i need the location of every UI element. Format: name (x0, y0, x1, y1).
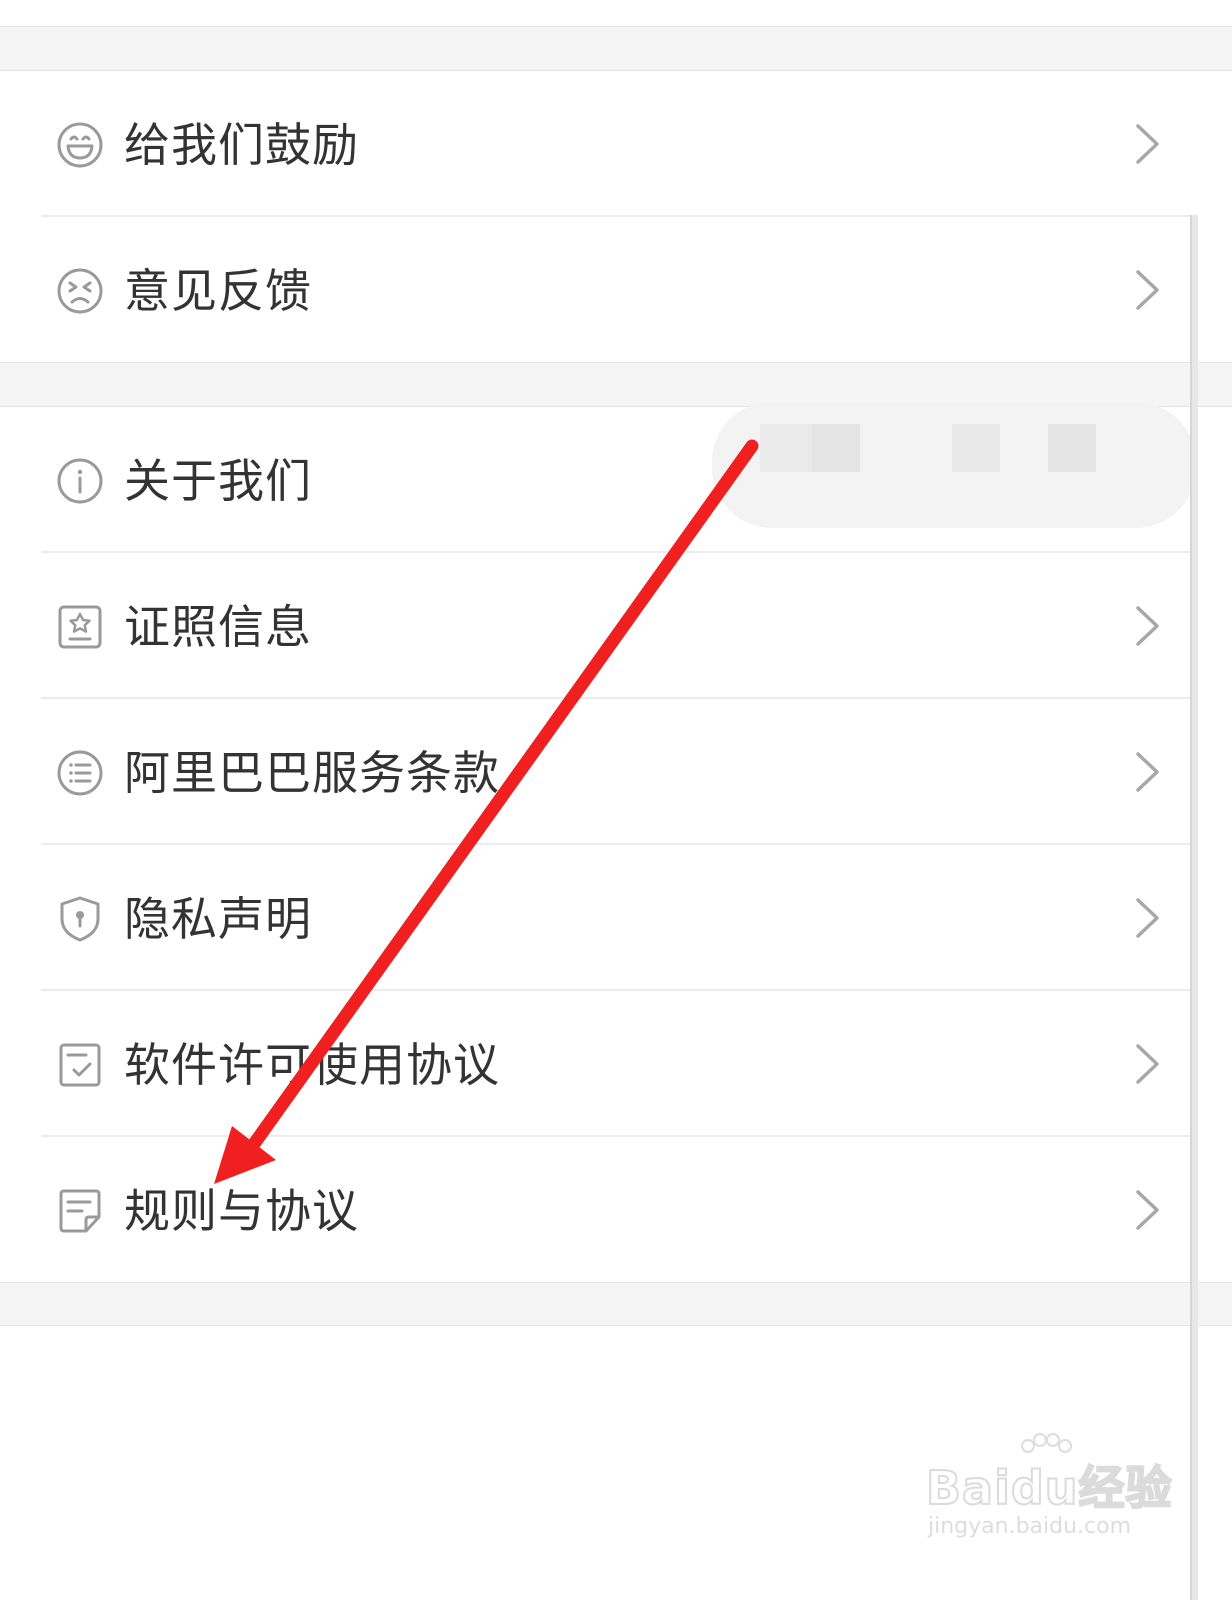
shield-lock-icon (56, 895, 104, 943)
section-gap-middle (0, 362, 1232, 407)
note-document-icon (56, 1187, 104, 1235)
smile-face-icon (56, 121, 104, 169)
menu-item-label: 给我们鼓励 (124, 118, 359, 172)
license-star-icon (56, 603, 104, 651)
menu-item-alibaba-terms[interactable]: 阿里巴巴服务条款 (0, 699, 1210, 845)
menu-item-encourage[interactable]: 给我们鼓励 (0, 71, 1210, 217)
baidu-jingyan-watermark: Baidu经验 jingyan.baidu.com (920, 1432, 1173, 1552)
sad-face-icon (56, 267, 104, 315)
watermark-url: jingyan.baidu.com (928, 1514, 1132, 1539)
menu-item-feedback[interactable]: 意见反馈 (0, 217, 1210, 363)
chevron-right-icon (1132, 1189, 1162, 1231)
section-gap-bottom (0, 1282, 1232, 1326)
menu-item-label: 证照信息 (124, 600, 312, 654)
scrollbar[interactable] (1190, 215, 1198, 1600)
chevron-right-icon (1132, 751, 1162, 793)
menu-item-label: 意见反馈 (124, 264, 312, 318)
menu-item-rules-agreements[interactable]: 规则与协议 (0, 1137, 1210, 1283)
menu-item-privacy-statement[interactable]: 隐私声明 (0, 845, 1210, 991)
section-gap-top (0, 26, 1232, 71)
chevron-right-icon (1132, 123, 1162, 165)
menu-item-license-info[interactable]: 证照信息 (0, 553, 1210, 699)
chevron-right-icon (1132, 897, 1162, 939)
menu-item-label: 阿里巴巴服务条款 (124, 746, 500, 800)
watermark-logo: Baidu经验 (925, 1460, 1173, 1516)
chevron-right-icon (1132, 605, 1162, 647)
info-circle-icon (56, 457, 104, 505)
blurred-redaction (712, 402, 1196, 528)
menu-item-label: 软件许可使用协议 (124, 1038, 500, 1092)
settings-screen: 给我们鼓励 意见反馈 关于我们 证照信息 阿里巴巴服务条款 隐私声明 软件许可使… (0, 0, 1232, 1600)
chevron-right-icon (1132, 269, 1162, 311)
menu-item-software-license[interactable]: 软件许可使用协议 (0, 991, 1210, 1137)
menu-item-label: 关于我们 (124, 454, 312, 508)
menu-item-label: 隐私声明 (124, 892, 312, 946)
list-circle-icon (56, 749, 104, 797)
menu-item-label: 规则与协议 (124, 1184, 359, 1238)
chevron-right-icon (1132, 1043, 1162, 1085)
checked-document-icon (56, 1041, 104, 1089)
